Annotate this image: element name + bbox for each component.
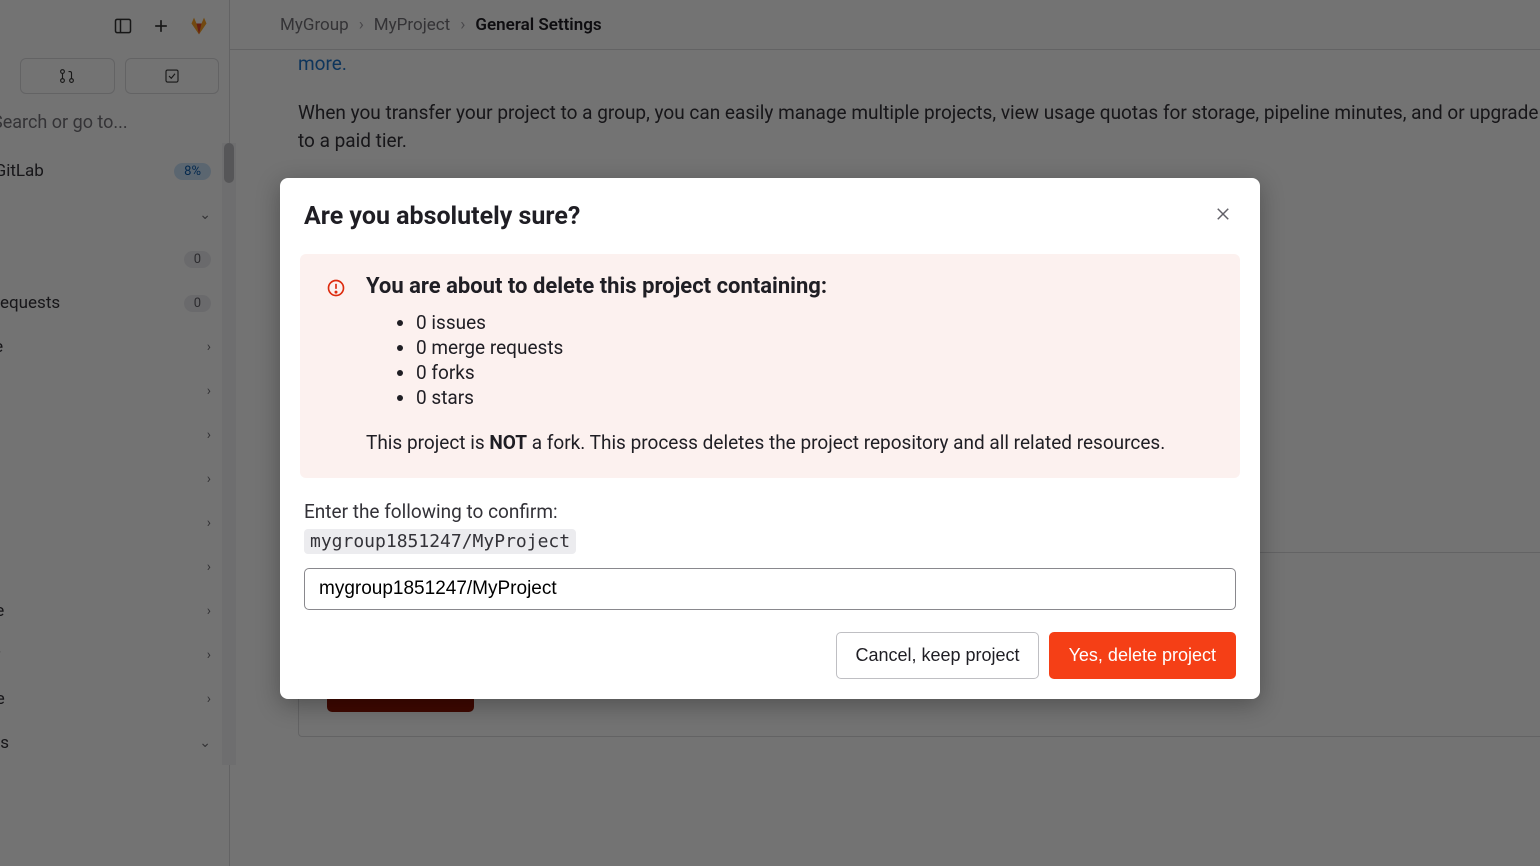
modal-overlay[interactable]: Are you absolutely sure? You are about t… bbox=[0, 0, 1540, 866]
error-icon bbox=[326, 278, 346, 454]
confirm-expected-value: mygroup1851247/MyProject bbox=[304, 529, 576, 554]
alert-item: 0 merge requests bbox=[416, 336, 1210, 359]
alert-item: 0 stars bbox=[416, 386, 1210, 409]
confirm-delete-modal: Are you absolutely sure? You are about t… bbox=[280, 178, 1260, 699]
confirm-input[interactable] bbox=[304, 568, 1236, 610]
alert-item: 0 issues bbox=[416, 311, 1210, 334]
confirm-delete-button[interactable]: Yes, delete project bbox=[1049, 632, 1236, 679]
close-icon[interactable] bbox=[1210, 200, 1236, 232]
alert-item-list: 0 issues0 merge requests0 forks0 stars bbox=[416, 311, 1210, 409]
cancel-button[interactable]: Cancel, keep project bbox=[836, 632, 1038, 679]
alert-note: This project is NOT a fork. This process… bbox=[366, 431, 1210, 454]
danger-alert: You are about to delete this project con… bbox=[300, 254, 1240, 478]
confirm-label: Enter the following to confirm: bbox=[304, 500, 1236, 523]
alert-heading: You are about to delete this project con… bbox=[366, 274, 1210, 299]
alert-item: 0 forks bbox=[416, 361, 1210, 384]
modal-title: Are you absolutely sure? bbox=[304, 202, 580, 231]
